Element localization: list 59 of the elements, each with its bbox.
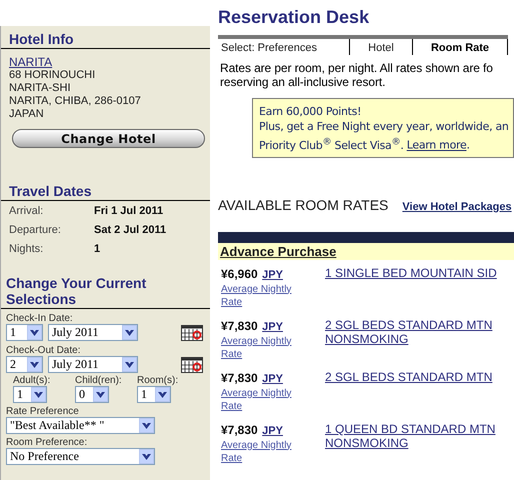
currency-link[interactable]: JPY xyxy=(262,320,283,333)
address-line: NARITA-SHI xyxy=(9,82,72,95)
month-select[interactable]: July 2011 xyxy=(48,324,138,341)
preference-select[interactable]: No Preference xyxy=(6,448,155,465)
price: ¥7,830 xyxy=(221,318,258,333)
learn-more-link[interactable]: Learn more xyxy=(406,138,466,152)
step-tab[interactable]: Room Rate xyxy=(413,39,508,55)
price: ¥6,960 xyxy=(221,266,258,281)
field-label: Rate Preference xyxy=(6,406,80,417)
preference-select[interactable]: "Best Available** " xyxy=(6,417,155,434)
calendar-icon[interactable] xyxy=(181,324,203,340)
section-heading: Hotel Info xyxy=(1,26,210,49)
promo-headline: Earn 60,000 Points! xyxy=(259,104,362,119)
promo-text: Plus, get a Free Night every year, worldwide, an Priority Club$^{®}$ Select Visa$^{®}$. Learn more. xyxy=(259,119,507,153)
month-select[interactable]: July 2011 xyxy=(48,356,138,373)
calendar-icon[interactable] xyxy=(181,356,203,372)
date-label: Arrival: xyxy=(9,204,44,216)
room-type-link[interactable]: 1 QUEEN BD STANDARD MTN NONSMOKING xyxy=(325,422,496,468)
date-value: Fri 1 Jul 2011 xyxy=(94,204,164,216)
hotel-name-link[interactable]: NARITA xyxy=(9,55,202,69)
average-rate-link[interactable]: Average Nightly Rate xyxy=(221,282,325,309)
day-select[interactable]: 1 xyxy=(6,324,43,341)
room-type-link[interactable]: 2 SGL BEDS STANDARD MTN NONSMOKING xyxy=(325,318,492,364)
date-value: 1 xyxy=(94,242,100,254)
page-title: Reservation Desk xyxy=(218,7,370,29)
guest-count-select[interactable]: 1 xyxy=(13,386,47,403)
address-line: 68 HORINOUCHI xyxy=(9,69,96,82)
currency-link[interactable]: JPY xyxy=(262,424,283,437)
day-select[interactable]: 2 xyxy=(6,356,43,373)
section-heading: AVAILABLE ROOM RATES xyxy=(218,196,388,213)
average-rate-link[interactable]: Average Nightly Rate xyxy=(221,334,325,361)
field-label: Room(s): xyxy=(137,375,180,386)
field-label: Adult(s): xyxy=(13,375,52,386)
view-packages-link[interactable]: View Hotel Packages xyxy=(402,200,512,213)
section-heading: Change Your Current Selections xyxy=(1,272,210,309)
date-value: Sat 2 Jul 2011 xyxy=(94,224,166,236)
field-label: Check-Out Date: xyxy=(6,345,82,356)
room-type-link[interactable]: 2 SGL BEDS STANDARD MTN xyxy=(325,370,492,416)
currency-link[interactable]: JPY xyxy=(262,268,283,281)
step-tab[interactable]: Select: Preferences xyxy=(218,39,350,55)
field-label: Child(ren): xyxy=(75,375,123,386)
price: ¥7,830 xyxy=(221,422,258,437)
address-line: JAPAN xyxy=(9,108,45,121)
average-rate-link[interactable]: Average Nightly Rate xyxy=(221,438,325,465)
room-type-link[interactable]: 1 SINGLE BED MOUNTAIN SID xyxy=(325,266,497,312)
guest-count-select[interactable]: 1 xyxy=(137,386,171,403)
field-label: Check-In Date: xyxy=(6,313,74,324)
price: ¥7,830 xyxy=(221,370,258,385)
average-rate-link[interactable]: Average Nightly Rate xyxy=(221,386,325,413)
field-label: Room Preference: xyxy=(6,437,88,448)
currency-link[interactable]: JPY xyxy=(262,372,283,385)
date-label: Nights: xyxy=(9,242,44,254)
section-heading: Travel Dates xyxy=(1,178,210,201)
step-tab[interactable]: Hotel xyxy=(350,39,413,55)
change-hotel-button[interactable]: Change Hotel xyxy=(12,129,205,148)
date-label: Departure: xyxy=(9,224,62,236)
address-line: NARITA, CHIBA, 286-0107 xyxy=(9,95,142,108)
guest-count-select[interactable]: 0 xyxy=(75,386,109,403)
rates-notice: Rates are per room, per night. All rates shown are fo reserving an all-inclusive resort. xyxy=(220,61,494,89)
